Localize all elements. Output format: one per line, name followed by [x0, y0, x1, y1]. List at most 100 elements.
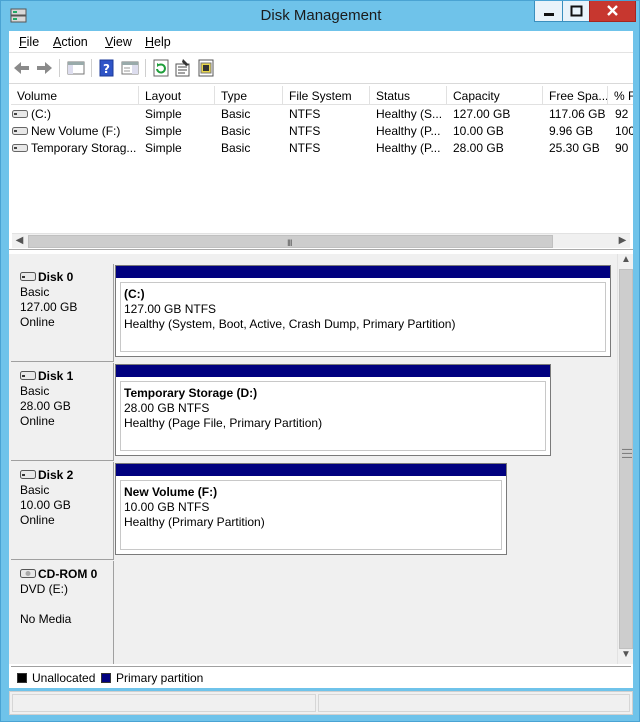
graph-vertical-scrollbar[interactable]: ▲ — — — ▼ [617, 254, 633, 664]
cdrom-label[interactable]: CD-ROM 0 DVD (E:) No Media [11, 561, 114, 664]
scroll-right-arrow-icon[interactable]: ▶ [615, 235, 630, 248]
cell-status: Healthy (S... [376, 107, 443, 121]
partition-f[interactable]: New Volume (F:) 10.00 GB NTFS Healthy (P… [115, 463, 507, 555]
disk-name: Disk 0 [38, 270, 74, 284]
menu-help-accel: H [145, 35, 155, 49]
column-header-type[interactable]: Type [215, 86, 283, 105]
menu-bar: File Action View Help [9, 31, 633, 53]
cell-file-system: NTFS [289, 124, 321, 138]
properties-icon[interactable] [173, 58, 193, 78]
disk-management-window: Disk Management File Action View Help ? [0, 0, 640, 722]
legend-label-primary: Primary partition [116, 671, 204, 685]
minimize-button[interactable] [534, 1, 562, 22]
svg-text:?: ? [103, 62, 110, 76]
help-icon[interactable]: ? [97, 58, 117, 78]
partition-details: (C:) 127.00 GB NTFS Healthy (System, Boo… [120, 282, 606, 352]
cdrom-drive: DVD (E:) [20, 582, 68, 596]
cell-file-system: NTFS [289, 107, 321, 121]
partition-status: Healthy (Page File, Primary Partition) [124, 416, 323, 430]
partition-name: (C:) [124, 287, 145, 301]
disk-kind: Basic [20, 384, 50, 398]
column-header-layout[interactable]: Layout [139, 86, 215, 105]
partition-status: Healthy (Primary Partition) [124, 515, 265, 529]
menu-action-label: ction [61, 35, 88, 49]
table-row[interactable]: New Volume (F:) Simple Basic NTFS Health… [9, 123, 633, 140]
volume-icon [12, 127, 28, 135]
column-header-capacity[interactable]: Capacity [447, 86, 543, 105]
status-pane [12, 694, 316, 712]
disk-2-label[interactable]: Disk 2 Basic 10.00 GB Online [11, 462, 114, 560]
disk-size: 28.00 GB [20, 399, 71, 413]
partition-d[interactable]: Temporary Storage (D:) 28.00 GB NTFS Hea… [115, 364, 551, 456]
primary-partition-band [116, 365, 550, 377]
column-header-volume[interactable]: Volume [11, 86, 139, 105]
horizontal-scroll-thumb[interactable]: III [28, 235, 553, 248]
show-hide-console-tree-icon[interactable] [66, 58, 86, 78]
cdrom-media: No Media [20, 612, 72, 626]
column-header-status[interactable]: Status [370, 86, 447, 105]
legend-label-unallocated: Unallocated [32, 671, 96, 685]
status-pane [318, 694, 630, 712]
partition-c[interactable]: (C:) 127.00 GB NTFS Healthy (System, Boo… [115, 265, 611, 357]
scroll-up-arrow-icon[interactable]: ▲ [618, 254, 634, 269]
scroll-left-arrow-icon[interactable]: ◀ [12, 235, 27, 248]
toolbar-separator [59, 59, 60, 77]
cell-type: Basic [221, 107, 251, 121]
cell-volume: Temporary Storag... [31, 141, 137, 155]
close-button[interactable] [589, 1, 636, 22]
refresh-icon[interactable] [151, 58, 171, 78]
scroll-down-arrow-icon[interactable]: ▼ [618, 649, 634, 664]
maximize-button[interactable] [562, 1, 589, 22]
help-topics-icon[interactable] [196, 58, 216, 78]
disk-0-label[interactable]: Disk 0 Basic 127.00 GB Online [11, 264, 114, 362]
partition-size-fs: 28.00 GB NTFS [124, 401, 210, 415]
main-content: Volume Layout Type File System Status Ca… [9, 84, 633, 688]
partition-details: New Volume (F:) 10.00 GB NTFS Healthy (P… [120, 480, 502, 550]
disk-state: Online [20, 513, 55, 527]
menu-view[interactable]: View [105, 35, 132, 49]
cell-layout: Simple [145, 124, 182, 138]
scroll-grip-icon: — — — [622, 444, 632, 463]
primary-partition-band [116, 464, 506, 476]
column-header-file-system[interactable]: File System [283, 86, 370, 105]
disk-icon [20, 272, 36, 281]
minimize-icon [543, 13, 554, 16]
close-icon [607, 5, 618, 16]
menu-file-label: ile [26, 35, 40, 49]
show-action-pane-icon[interactable] [120, 58, 140, 78]
menu-action[interactable]: Action [53, 35, 88, 49]
column-header-percent-free[interactable]: % F [608, 86, 633, 105]
cell-layout: Simple [145, 107, 182, 121]
cell-status: Healthy (P... [376, 124, 441, 138]
cdrom-name: CD-ROM 0 [38, 567, 98, 581]
vertical-scroll-thumb[interactable]: — — — [619, 269, 633, 649]
status-bar [9, 691, 633, 715]
back-icon[interactable] [12, 58, 32, 78]
forward-icon[interactable] [34, 58, 54, 78]
volume-icon [12, 110, 28, 118]
disk-graphical-view: Disk 0 Basic 127.00 GB Online (C:) 127.0… [9, 254, 633, 664]
table-row[interactable]: Temporary Storag... Simple Basic NTFS He… [9, 140, 633, 157]
volume-list: Volume Layout Type File System Status Ca… [9, 84, 633, 250]
disk-state: Online [20, 315, 55, 329]
disk-kind: Basic [20, 483, 50, 497]
list-horizontal-scrollbar[interactable]: ◀ III ▶ [12, 233, 630, 248]
cell-free-space: 9.96 GB [549, 124, 594, 138]
disk-name: Disk 2 [38, 468, 74, 482]
title-bar[interactable]: Disk Management [1, 1, 640, 31]
menu-help[interactable]: Help [145, 35, 171, 49]
column-header-free-space[interactable]: Free Spa... [543, 86, 608, 105]
maximize-icon [570, 5, 582, 17]
cell-volume: (C:) [31, 107, 51, 121]
partition-status: Healthy (System, Boot, Active, Crash Dum… [124, 317, 456, 331]
disk-icon [20, 470, 36, 479]
menu-file[interactable]: File [19, 35, 39, 49]
cell-percent-free: 100 [615, 124, 633, 138]
scroll-grip: III [287, 238, 292, 248]
toolbar-separator [145, 59, 146, 77]
legend-swatch-primary [101, 673, 111, 683]
table-row[interactable]: (C:) Simple Basic NTFS Healthy (S... 127… [9, 106, 633, 123]
disk-1-label[interactable]: Disk 1 Basic 28.00 GB Online [11, 363, 114, 461]
menu-view-accel: V [105, 35, 114, 49]
